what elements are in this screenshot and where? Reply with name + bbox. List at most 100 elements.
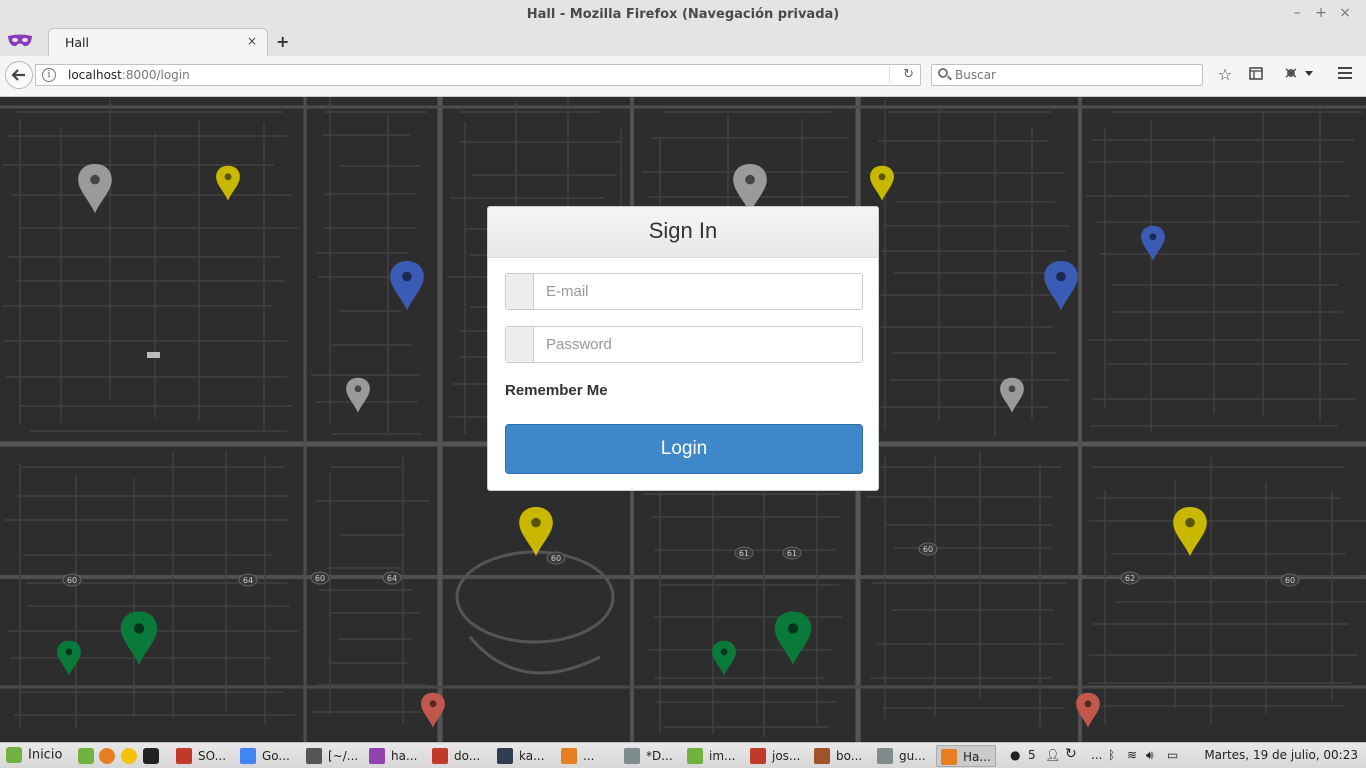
task-app-icon <box>497 748 513 764</box>
task-label: Go... <box>262 749 290 763</box>
task-app-icon <box>814 748 830 764</box>
navigation-toolbar: i localhost:8000/login ↻ Buscar ☆ <box>0 56 1366 97</box>
signin-panel: Sign In Remember Me Login <box>487 206 879 491</box>
road-label: 64 <box>243 576 253 585</box>
private-browsing-mask-icon <box>8 34 32 47</box>
minimize-button[interactable]: – <box>1289 5 1305 21</box>
task-app-icon <box>941 749 957 765</box>
update-icon[interactable]: ● <box>1010 748 1020 762</box>
road-label: 62 <box>1125 574 1135 583</box>
taskbar-task[interactable]: [~/... <box>302 745 362 767</box>
reload-icon[interactable]: ↻ <box>903 67 914 82</box>
tab-close-icon[interactable]: × <box>247 34 257 48</box>
email-field[interactable] <box>505 273 863 310</box>
task-app-icon <box>240 748 256 764</box>
taskbar-task[interactable]: ... <box>557 745 617 767</box>
taskbar-task[interactable]: jos... <box>746 745 806 767</box>
road-label: 61 <box>787 549 797 558</box>
task-label: ka... <box>519 749 545 763</box>
chrome-launcher-icon[interactable] <box>121 748 137 764</box>
start-menu-button[interactable]: Inicio <box>6 747 62 765</box>
info-icon[interactable]: i <box>42 68 56 82</box>
wifi-icon[interactable]: ≋ <box>1127 748 1137 762</box>
bookmark-star-icon[interactable]: ☆ <box>1215 65 1235 85</box>
road-label: 64 <box>387 574 397 583</box>
task-app-icon <box>561 748 577 764</box>
password-input[interactable] <box>534 327 860 362</box>
tab-bar: Hall × + <box>0 28 1366 57</box>
maximize-button[interactable]: + <box>1313 5 1329 21</box>
bluetooth-icon[interactable]: ᛒ <box>1108 748 1115 762</box>
search-placeholder: Buscar <box>955 68 996 82</box>
tray-count: 5 <box>1028 748 1036 762</box>
taskbar-task[interactable]: Go... <box>236 745 298 767</box>
tray-more[interactable]: ... <box>1091 748 1102 762</box>
taskbar-task[interactable]: bo... <box>810 745 870 767</box>
reading-list-icon[interactable] <box>1246 65 1266 85</box>
task-app-icon <box>750 748 766 764</box>
taskbar-task[interactable]: SO... <box>172 745 232 767</box>
signin-title: Sign In <box>648 218 718 243</box>
task-label: [~/... <box>328 749 359 763</box>
road-label: 61 <box>739 549 749 558</box>
tab-label: Hall <box>65 35 90 50</box>
task-label: ... <box>583 749 595 763</box>
task-label: SO... <box>198 749 227 763</box>
back-button[interactable] <box>5 61 33 89</box>
road-label: 60 <box>551 554 561 563</box>
login-button[interactable]: Login <box>505 424 863 474</box>
taskbar-task[interactable]: gu... <box>873 745 933 767</box>
clock: Martes, 19 de julio, 00:23 <box>1204 748 1358 762</box>
refresh-icon[interactable]: ↻ <box>1065 746 1077 762</box>
task-label: bo... <box>836 749 863 763</box>
window-title: Hall - Mozilla Firefox (Navegación priva… <box>526 7 840 22</box>
task-app-icon <box>687 748 703 764</box>
remember-me-label[interactable]: Remember Me <box>505 382 608 399</box>
taskbar-task[interactable]: *D... <box>620 745 680 767</box>
terminal-launcher-icon[interactable] <box>143 748 159 764</box>
close-window-button[interactable]: × <box>1337 5 1353 21</box>
search-icon <box>938 68 948 78</box>
road-label: 60 <box>923 545 933 554</box>
extension-icon[interactable] <box>1283 65 1317 85</box>
signin-header: Sign In <box>488 207 878 258</box>
tab-hall[interactable]: Hall × <box>48 28 268 57</box>
url-bar[interactable]: i localhost:8000/login ↻ <box>35 64 921 86</box>
firefox-launcher-icon[interactable] <box>99 748 115 764</box>
taskbar-task[interactable]: ha... <box>365 745 425 767</box>
email-addon <box>506 274 534 309</box>
password-addon <box>506 327 534 362</box>
task-label: ha... <box>391 749 418 763</box>
email-input[interactable] <box>534 274 860 309</box>
battery-icon[interactable]: ▭ <box>1167 748 1178 762</box>
search-bar[interactable]: Buscar <box>931 64 1203 86</box>
task-app-icon <box>369 748 385 764</box>
password-field[interactable] <box>505 326 863 363</box>
files-launcher-icon[interactable] <box>78 748 94 764</box>
url-text: localhost:8000/login <box>68 68 190 82</box>
road-label: 60 <box>315 574 325 583</box>
window-titlebar: Hall - Mozilla Firefox (Navegación priva… <box>0 0 1366 29</box>
road-label: 60 <box>1285 576 1295 585</box>
task-app-icon <box>432 748 448 764</box>
volume-icon[interactable]: 🔊︎ <box>1146 748 1154 763</box>
task-app-icon <box>306 748 322 764</box>
task-label: *D... <box>646 749 673 763</box>
task-app-icon <box>624 748 640 764</box>
screen: Hall - Mozilla Firefox (Navegación priva… <box>0 0 1366 768</box>
task-app-icon <box>877 748 893 764</box>
taskbar-task[interactable]: ka... <box>493 745 553 767</box>
task-label: jos... <box>772 749 801 763</box>
task-label: do... <box>454 749 481 763</box>
taskbar-task[interactable]: do... <box>428 745 490 767</box>
taskbar-task[interactable]: im... <box>683 745 743 767</box>
new-tab-button[interactable]: + <box>276 32 289 51</box>
mint-logo-icon <box>6 747 22 763</box>
task-label: Ha... <box>963 750 991 764</box>
taskbar: Inicio SO... Go... [~/... ha... do... ka.....… <box>0 742 1366 768</box>
task-label: gu... <box>899 749 926 763</box>
user-icon[interactable]: 👤︎ <box>1045 748 1060 762</box>
url-separator <box>889 67 890 83</box>
taskbar-task[interactable]: Ha... <box>936 745 996 767</box>
menu-icon[interactable] <box>1335 65 1355 85</box>
